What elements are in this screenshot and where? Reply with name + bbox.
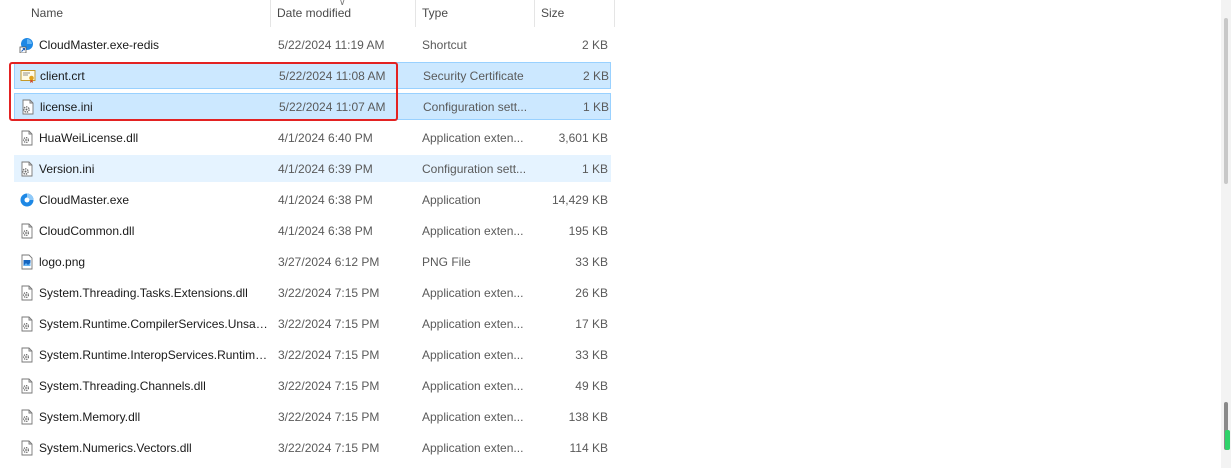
file-date-modified: 4/1/2024 6:38 PM — [278, 192, 373, 207]
file-type: Configuration sett... — [423, 99, 528, 114]
file-name: Version.ini — [39, 161, 95, 176]
file-row[interactable]: System.Threading.Channels.dll 3/22/2024 7… — [14, 372, 611, 399]
file-row[interactable]: CloudCommon.dll 4/1/2024 6:38 PM Applicati… — [14, 217, 611, 244]
file-date-modified: 4/1/2024 6:39 PM — [278, 161, 373, 176]
file-type: Configuration sett... — [422, 161, 527, 176]
file-name: System.Runtime.InteropServices.Runtime..… — [39, 347, 269, 362]
file-name: CloudMaster.exe-redis — [39, 37, 160, 52]
column-header-bar: Name Date modified Type Size ∨ — [0, 0, 615, 27]
file-name: CloudCommon.dll — [39, 223, 135, 238]
file-row[interactable]: Version.ini 4/1/2024 6:39 PM Configuration… — [14, 155, 611, 182]
file-type: Application exten... — [422, 223, 524, 238]
column-header-size[interactable]: Size — [535, 0, 615, 27]
file-row[interactable]: System.Runtime.CompilerServices.Unsaf...… — [14, 310, 611, 337]
file-size: 49 KB — [575, 378, 608, 393]
sort-descending-icon: ∨ — [339, 0, 346, 7]
file-type: Application exten... — [422, 440, 524, 455]
scrollbar-track-marker[interactable] — [1224, 18, 1228, 184]
file-row[interactable]: CloudMaster.exe 4/1/2024 6:38 PM Applicati… — [14, 186, 611, 213]
file-name: System.Runtime.CompilerServices.Unsaf... — [39, 316, 269, 331]
file-type: PNG File — [422, 254, 471, 269]
file-name: System.Threading.Channels.dll — [39, 378, 206, 393]
file-type: Application exten... — [422, 378, 524, 393]
settings-file-icon — [19, 161, 35, 177]
file-row[interactable]: System.Threading.Tasks.Extensions.dll 3/2… — [14, 279, 611, 306]
file-date-modified: 3/22/2024 7:15 PM — [278, 316, 380, 331]
file-date-modified: 3/22/2024 7:15 PM — [278, 285, 380, 300]
file-size: 3,601 KB — [558, 130, 608, 145]
file-date-modified: 4/1/2024 6:38 PM — [278, 223, 373, 238]
file-row[interactable]: logo.png 3/27/2024 6:12 PM PNG File 33 KB — [14, 248, 611, 275]
annotation-highlight-box — [9, 62, 398, 121]
file-name: logo.png — [39, 254, 86, 269]
file-size: 26 KB — [575, 285, 608, 300]
file-row[interactable]: HuaWeiLicense.dll 4/1/2024 6:40 PM Applica… — [14, 124, 611, 151]
dll-file-icon — [19, 440, 35, 456]
file-type: Shortcut — [422, 37, 467, 52]
file-size: 2 KB — [581, 37, 608, 52]
vertical-scrollbar[interactable] — [1221, 0, 1231, 468]
dll-file-icon — [19, 409, 35, 425]
file-type: Security Certificate — [423, 68, 524, 83]
file-date-modified: 4/1/2024 6:40 PM — [278, 130, 373, 145]
file-size: 14,429 KB — [551, 192, 608, 207]
column-divider[interactable] — [614, 0, 615, 27]
file-size: 1 KB — [581, 161, 608, 176]
file-date-modified: 3/22/2024 7:15 PM — [278, 378, 380, 393]
file-size: 195 KB — [568, 223, 608, 238]
file-size: 138 KB — [568, 409, 608, 424]
file-name: CloudMaster.exe — [39, 192, 130, 207]
dll-file-icon — [19, 378, 35, 394]
file-date-modified: 3/27/2024 6:12 PM — [278, 254, 380, 269]
file-name: System.Memory.dll — [39, 409, 141, 424]
file-type: Application exten... — [422, 285, 524, 300]
file-row[interactable]: System.Numerics.Vectors.dll 3/22/2024 7:1… — [14, 434, 611, 461]
file-type: Application — [422, 192, 481, 207]
file-size: 17 KB — [575, 316, 608, 331]
column-header-size-label: Size — [541, 6, 565, 20]
dll-file-icon — [19, 223, 35, 239]
column-header-type[interactable]: Type — [416, 0, 535, 27]
file-date-modified: 3/22/2024 7:15 PM — [278, 409, 380, 424]
file-name: System.Numerics.Vectors.dll — [39, 440, 192, 455]
file-size: 114 KB — [569, 440, 608, 455]
column-header-name-label: Name — [31, 6, 64, 20]
file-size: 33 KB — [575, 347, 608, 362]
file-row[interactable]: CloudMaster.exe-redis 5/22/2024 11:19 AM S… — [14, 31, 611, 58]
dll-file-icon — [19, 130, 35, 146]
file-date-modified: 3/22/2024 7:15 PM — [278, 347, 380, 362]
file-size: 33 KB — [575, 254, 608, 269]
scrollbar-indicator — [1225, 430, 1230, 450]
file-row[interactable]: System.Runtime.InteropServices.Runtime..… — [14, 341, 611, 368]
column-header-type-label: Type — [422, 6, 449, 20]
shortcut-app-icon — [19, 37, 35, 53]
column-header-date-label: Date modified — [277, 6, 352, 20]
file-type: Application exten... — [422, 347, 524, 362]
file-name: System.Threading.Tasks.Extensions.dll — [39, 285, 248, 300]
file-type: Application exten... — [422, 316, 524, 331]
dll-file-icon — [19, 347, 35, 363]
file-date-modified: 5/22/2024 11:19 AM — [278, 37, 385, 52]
column-header-name[interactable]: Name — [0, 0, 271, 27]
file-type: Application exten... — [422, 130, 524, 145]
file-type: Application exten... — [422, 409, 524, 424]
file-name: HuaWeiLicense.dll — [39, 130, 139, 145]
app-icon — [19, 192, 35, 208]
dll-file-icon — [19, 285, 35, 301]
image-file-icon — [19, 254, 35, 270]
dll-file-icon — [19, 316, 35, 332]
file-size: 1 KB — [582, 99, 609, 114]
file-row[interactable]: System.Memory.dll 3/22/2024 7:15 PM Applic… — [14, 403, 611, 430]
file-date-modified: 3/22/2024 7:15 PM — [278, 440, 380, 455]
file-size: 2 KB — [582, 68, 609, 83]
